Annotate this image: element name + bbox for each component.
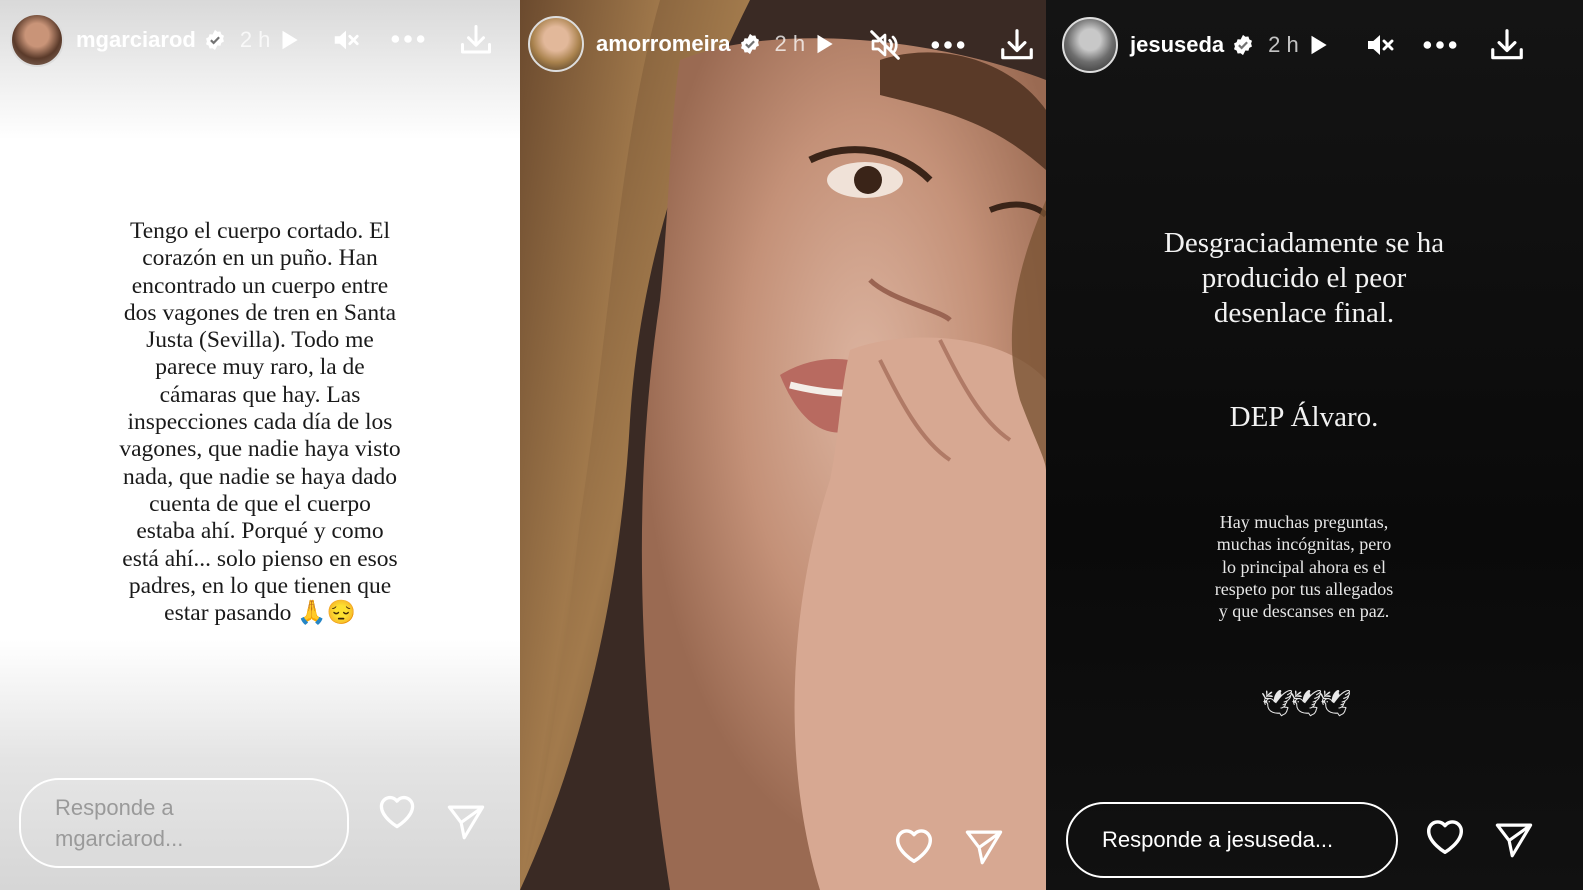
story-panel-mgarciarod: mgarciarod 2 h Tengo el cuerpo cortado. …: [0, 0, 520, 890]
send-icon[interactable]: [445, 801, 487, 843]
username[interactable]: jesuseda: [1130, 32, 1224, 58]
download-icon[interactable]: [458, 22, 494, 58]
timestamp: 2 h: [239, 27, 271, 52]
verified-badge-icon: [739, 33, 761, 55]
reply-input[interactable]: Responde a jesuseda...: [1066, 802, 1398, 878]
verified-badge-icon: [1232, 34, 1254, 56]
story-photo: [520, 0, 1046, 890]
story-text: Tengo el cuerpo cortado. El corazón en u…: [119, 218, 401, 627]
mute-icon[interactable]: [331, 25, 361, 55]
mute-icon[interactable]: [869, 29, 901, 61]
play-icon[interactable]: [276, 27, 302, 53]
heart-icon[interactable]: [375, 789, 419, 833]
story-panel-jesuseda: jesuseda 2 h Desgraciadamente se ha prod…: [1046, 0, 1583, 890]
more-icon[interactable]: [1421, 38, 1459, 52]
dove-emoji: 🕊🕊🕊: [1260, 689, 1351, 718]
story-header: mgarciarod 2 h: [10, 12, 520, 68]
mute-icon[interactable]: [1364, 29, 1396, 61]
heart-icon[interactable]: [1422, 813, 1468, 859]
more-icon[interactable]: [929, 38, 967, 52]
avatar[interactable]: [1062, 17, 1118, 73]
reply-placeholder: Responde a mgarciarod...: [55, 795, 184, 851]
story-panel-amorromeira: amorromeira 2 h: [520, 0, 1046, 890]
timestamp: 2 h: [1268, 32, 1299, 57]
send-icon[interactable]: [1493, 819, 1535, 861]
more-icon[interactable]: [389, 32, 427, 46]
username[interactable]: mgarciarod: [76, 27, 196, 53]
username[interactable]: amorromeira: [596, 31, 731, 57]
story-header: amorromeira 2 h: [528, 14, 1046, 74]
download-icon[interactable]: [1488, 26, 1526, 64]
avatar[interactable]: [528, 16, 584, 72]
story-heading: Desgraciadamente se ha producido el peor…: [1163, 227, 1445, 329]
play-icon[interactable]: [811, 31, 837, 57]
reply-placeholder: Responde a jesuseda...: [1102, 827, 1334, 852]
verified-badge-icon: [204, 29, 226, 51]
play-icon[interactable]: [1305, 32, 1331, 58]
story-body: Hay muchas preguntas, muchas incógnitas,…: [1214, 512, 1394, 622]
timestamp: 2 h: [774, 31, 806, 56]
download-icon[interactable]: [998, 26, 1036, 64]
avatar[interactable]: [10, 13, 64, 67]
story-dep: DEP Álvaro.: [1229, 401, 1379, 433]
send-icon[interactable]: [963, 826, 1005, 868]
reply-input[interactable]: Responde a mgarciarod...: [19, 778, 349, 868]
heart-icon[interactable]: [891, 822, 937, 868]
